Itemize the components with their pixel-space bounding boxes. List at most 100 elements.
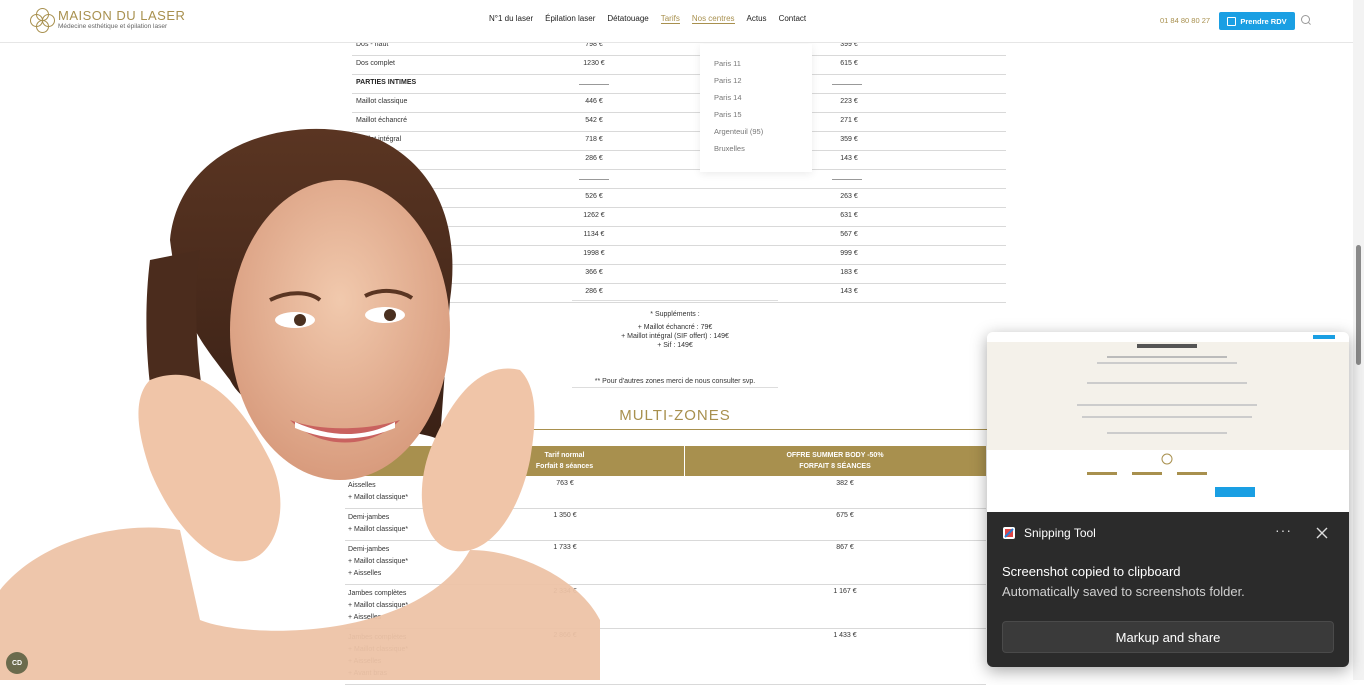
close-icon[interactable] <box>1315 526 1329 540</box>
zone-line: + Avant bras <box>348 670 387 677</box>
site-logo[interactable]: MAISON DU LASER Médecine esthétique et é… <box>30 8 185 33</box>
nav-actus[interactable]: Actus <box>747 14 767 24</box>
multizone-zones: Jambes complètes + Maillot classique* + Ai… <box>348 588 408 624</box>
multizone-price-normal: 1 733 € <box>553 544 577 551</box>
price-normal: 366 € <box>585 269 603 276</box>
logo-subtitle: Médecine esthétique et épilation laser <box>58 23 168 30</box>
supplement-line: + Maillot échancré : 79€ <box>637 324 713 331</box>
zone-line: + Aisselles <box>348 614 382 621</box>
centres-dropdown: Paris 11 Paris 12 Paris 14 Paris 15 Arge… <box>700 44 812 172</box>
head-zones: Zones <box>353 458 374 465</box>
multizone-zones: Aisselles + Maillot classique* <box>348 480 408 504</box>
price-row: Cuisses 1262 € 631 € <box>352 207 1006 227</box>
zone-label: Pieds <box>356 288 374 295</box>
price-row: Dos complet 1230 € 615 € <box>352 55 1006 75</box>
zone-line: + Maillot classique* <box>348 602 409 609</box>
multizone-price-offer: 675 € <box>836 512 854 519</box>
search-icon[interactable] <box>1301 15 1310 24</box>
multizone-price-offer: 1 167 € <box>833 588 857 595</box>
price-normal: 542 € <box>585 117 603 124</box>
zone-line: Jambes complètes <box>348 590 407 597</box>
rdv-label: Prendre RDV <box>1240 16 1287 26</box>
price-row: JAMBES <box>352 169 1006 189</box>
price-offer: 183 € <box>840 269 858 276</box>
dropdown-item-paris-15[interactable]: Paris 15 <box>714 110 742 119</box>
zone-line: + Maillot classique* <box>348 494 409 501</box>
multizones-divider <box>345 429 1005 430</box>
price-offer: 615 € <box>840 60 858 67</box>
price-offer: 271 € <box>840 117 858 124</box>
supplements-footnote: ** Pour d'autres zones merci de nous con… <box>572 378 778 388</box>
price-row: Maillot classique 446 € 223 € <box>352 93 1006 113</box>
more-options-icon[interactable]: ··· <box>1275 522 1292 538</box>
head-tarif-normal: Tarif normal Forfait 8 séances <box>535 452 594 470</box>
dropdown-item-argenteuil[interactable]: Argenteuil (95) <box>714 127 763 136</box>
multizones-header: Zones Tarif normal Forfait 8 séances OFF… <box>345 446 986 476</box>
supplement-line: + Maillot intégral (SIF offert) : 149€ <box>621 333 729 340</box>
nav-n1-laser[interactable]: N°1 du laser <box>489 14 533 24</box>
multizone-price-offer: 867 € <box>836 544 854 551</box>
dropdown-item-bruxelles[interactable]: Bruxelles <box>714 144 745 153</box>
price-normal: 1998 € <box>583 250 605 257</box>
price-row: Jambes complètes 1998 € 999 € <box>352 245 1006 265</box>
zone-line: Demi-jambes <box>348 514 390 521</box>
site-header: MAISON DU LASER Médecine esthétique et é… <box>0 0 1364 43</box>
page-scrollbar[interactable] <box>1353 0 1364 680</box>
zone-label: Genoux <box>356 269 381 276</box>
main-nav: N°1 du laser Épilation laser Détatouage … <box>489 14 806 24</box>
section-label: PARTIES INTIMES <box>356 79 417 86</box>
zone-line: + Maillot classique* <box>348 558 409 565</box>
snipping-tool-icon <box>1003 527 1015 539</box>
nav-nos-centres[interactable]: Nos centres <box>691 14 735 24</box>
dropdown-item-paris-11[interactable]: Paris 11 <box>714 59 741 68</box>
dropdown-item-paris-12[interactable]: Paris 12 <box>714 76 742 85</box>
toast-app-header: Snipping Tool <box>1002 526 1096 540</box>
section-label: JAMBES <box>356 174 386 181</box>
markup-and-share-button[interactable]: Markup and share <box>1002 621 1334 653</box>
phone-link[interactable]: 01 84 80 80 27 <box>1160 16 1210 25</box>
price-normal: 1262 € <box>583 212 605 219</box>
zone-label: Maillot intégral <box>356 136 402 143</box>
multizone-zones: Demi-jambes + Maillot classique* + Aissell… <box>348 544 408 580</box>
multizone-row: Demi-jambes + Maillot classique* + Aissell… <box>345 540 986 585</box>
multizone-price-normal: 763 € <box>556 480 574 487</box>
price-row: Maillot intégral 718 € 359 € <box>352 131 1006 151</box>
prendre-rdv-button[interactable]: Prendre RDV <box>1219 12 1295 30</box>
price-row: Maillot échancré 542 € 271 € <box>352 112 1006 132</box>
divider <box>579 84 609 85</box>
nav-detatouage[interactable]: Détatouage <box>607 14 648 24</box>
nav-contact[interactable]: Contact <box>779 14 807 24</box>
price-normal: 446 € <box>585 98 603 105</box>
multizone-price-normal: 2 866 € <box>553 632 577 639</box>
toast-title: Screenshot copied to clipboard <box>1002 564 1181 579</box>
divider <box>832 84 862 85</box>
cookie-consent-badge[interactable]: CD <box>6 652 28 674</box>
multizone-price-offer: 382 € <box>836 480 854 487</box>
supplements-title: * Suppléments : <box>650 311 700 318</box>
multizone-row: Jambes complètes + Maillot classique* + Ai… <box>345 584 986 629</box>
multizone-row: Aisselles + Maillot classique* 763 € 382 € <box>345 476 986 509</box>
zone-line: Jambes complètes <box>348 634 407 641</box>
price-offer: 143 € <box>840 155 858 162</box>
toast-panel: Snipping Tool ··· Screenshot copied to c… <box>987 512 1349 667</box>
multizone-price-normal: 2 334 € <box>553 588 577 595</box>
price-offer: 143 € <box>840 288 858 295</box>
scrollbar-thumb[interactable] <box>1356 245 1361 365</box>
zone-label: Jambes complètes <box>356 250 415 257</box>
zone-label: Cuisses <box>356 212 381 219</box>
zone-line: + Aisselles <box>348 658 382 665</box>
price-row: Genoux 366 € 183 € <box>352 264 1006 284</box>
price-row: Fesses 526 € 263 € <box>352 188 1006 208</box>
price-offer: 223 € <box>840 98 858 105</box>
dropdown-item-paris-14[interactable]: Paris 14 <box>714 93 742 102</box>
zone-line: + Maillot classique* <box>348 526 409 533</box>
multizones-title: MULTI-ZONES <box>619 407 731 424</box>
price-row: Demi-jambes 1134 € 567 € <box>352 226 1006 246</box>
nav-tarifs[interactable]: Tarifs <box>660 14 680 24</box>
zone-line: + Aisselles <box>348 570 382 577</box>
screenshot-preview-image[interactable] <box>987 332 1349 512</box>
zone-label: SIF <box>356 155 367 162</box>
nav-epilation-laser[interactable]: Épilation laser <box>545 14 595 24</box>
multizone-row: Jambes complètes + Maillot classique* + Ai… <box>345 628 986 685</box>
logo-icon <box>30 8 55 33</box>
